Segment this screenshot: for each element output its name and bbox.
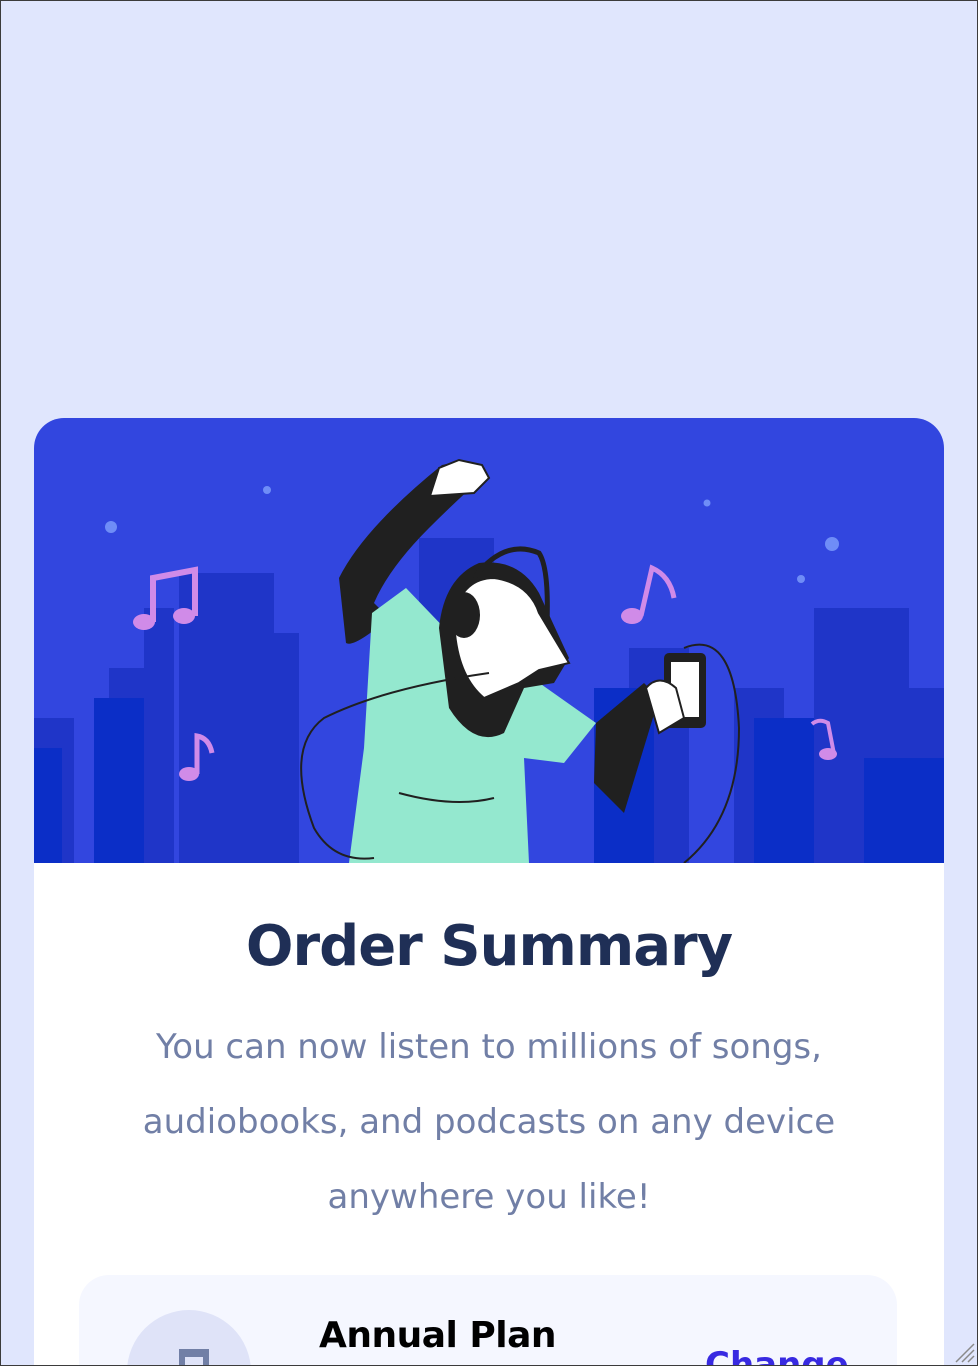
page-title: Order Summary [245, 914, 733, 979]
hero-illustration [34, 418, 944, 863]
browser-viewport: Order Summary You can now listen to mill… [0, 0, 978, 1366]
order-summary-card: Order Summary You can now listen to mill… [34, 418, 944, 1365]
music-note-icon [127, 1310, 251, 1365]
plan-name: Annual Plan [319, 1315, 557, 1356]
plan-summary: Annual Plan Change [79, 1275, 897, 1365]
resize-grip-icon[interactable] [951, 1339, 975, 1363]
order-description: You can now listen to millions of songs,… [142, 1027, 836, 1217]
change-plan-link[interactable]: Change [705, 1345, 849, 1365]
